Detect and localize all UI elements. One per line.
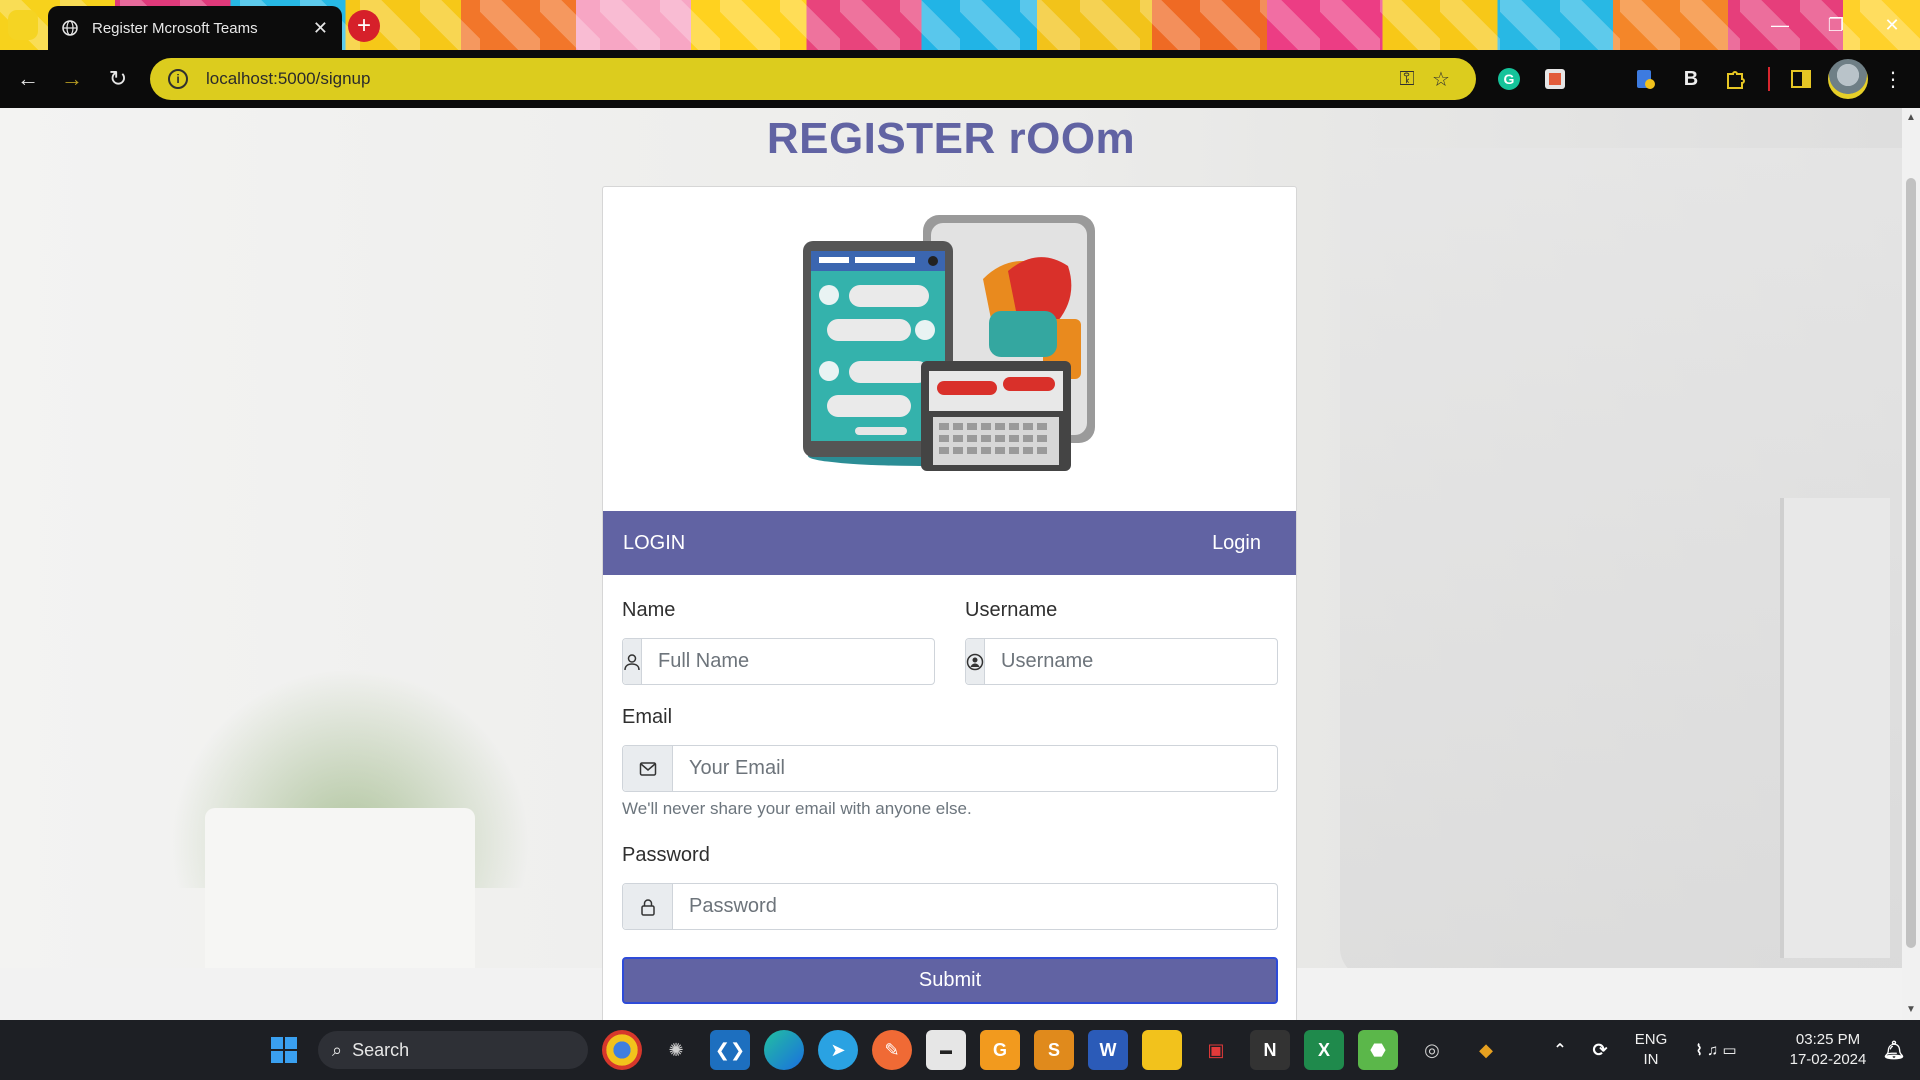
clock[interactable]: 03:25 PM 17-02-2024: [1782, 1030, 1874, 1070]
password-input-group: [622, 883, 1278, 930]
chevron-up-icon[interactable]: ⌃: [1540, 1030, 1580, 1070]
signup-card: LOGIN Login Name Username Email We': [602, 186, 1297, 1020]
email-input[interactable]: [673, 746, 1277, 791]
word-taskbar-icon[interactable]: W: [1088, 1030, 1128, 1070]
email-label: Email: [622, 706, 673, 728]
username-label: Username: [965, 599, 1058, 621]
git-taskbar-icon[interactable]: ◆: [1466, 1030, 1506, 1070]
site-info-icon[interactable]: i: [168, 69, 188, 89]
taskbar-search[interactable]: ⌕ Search: [318, 1031, 588, 1069]
b-extension-icon[interactable]: B: [1674, 62, 1708, 96]
grammarly-extension-icon[interactable]: G: [1492, 62, 1526, 96]
close-window-icon[interactable]: ✕: [1864, 0, 1920, 50]
sync-icon[interactable]: ⟳: [1580, 1030, 1620, 1070]
browser-tab-strip: Register Mcrosoft Teams ✕ + — ❐ ✕: [0, 0, 1920, 50]
password-input[interactable]: [673, 884, 1277, 929]
postman-taskbar-icon[interactable]: ✎: [872, 1030, 912, 1070]
scroll-up-icon[interactable]: ▲: [1906, 112, 1916, 123]
language-line2: IN: [1643, 1051, 1659, 1068]
email-help-text: We'll never share your email with anyone…: [622, 799, 972, 818]
vscode-taskbar-icon[interactable]: ❮❯: [710, 1030, 750, 1070]
browser-toolbar: ← → ↻ i localhost:5000/signup ⚿ ☆ G B ⋮: [0, 50, 1920, 108]
password-label: Password: [622, 844, 710, 866]
sublime-taskbar-icon[interactable]: S: [1034, 1030, 1074, 1070]
close-tab-icon[interactable]: ✕: [313, 18, 328, 39]
toolbar-divider: [1768, 67, 1770, 91]
pdf-taskbar-icon[interactable]: G: [980, 1030, 1020, 1070]
restore-icon[interactable]: ❐: [1808, 0, 1864, 50]
clock-date: 17-02-2024: [1789, 1051, 1867, 1068]
email-input-group: [622, 745, 1278, 792]
screen-recorder-taskbar-icon[interactable]: ▣: [1196, 1030, 1236, 1070]
bookmark-star-icon[interactable]: ☆: [1424, 62, 1458, 96]
username-input[interactable]: [985, 639, 1282, 684]
chatgpt-taskbar-icon[interactable]: ✺: [656, 1030, 696, 1070]
scroll-down-icon[interactable]: ▼: [1906, 1004, 1916, 1015]
wifi-volume-battery-icons[interactable]: ⌇ ♫ ▭: [1676, 1030, 1756, 1070]
user-icon: [623, 639, 642, 684]
tab-title: Register Mcrosoft Teams: [92, 19, 258, 37]
page-viewport: REGISTER rOOm LOGIN Login Name Full Name…: [0, 108, 1902, 1020]
back-icon[interactable]: ←: [6, 59, 50, 99]
windows-start-icon[interactable]: [264, 1030, 304, 1070]
app-taskbar-icon[interactable]: ▬: [926, 1030, 966, 1070]
downloads-icon[interactable]: [1628, 62, 1662, 96]
excel-taskbar-icon[interactable]: X: [1304, 1030, 1344, 1070]
reload-icon[interactable]: ↻: [96, 59, 140, 99]
new-tab-button[interactable]: +: [348, 10, 380, 42]
telegram-taskbar-icon[interactable]: ➤: [818, 1030, 858, 1070]
browser-profile-icon[interactable]: [8, 10, 38, 40]
language-indicator[interactable]: ENG IN: [1628, 1030, 1674, 1070]
notification-bell-icon[interactable]: 🔔︎: [1874, 1030, 1914, 1070]
lock-icon: [623, 884, 673, 929]
page-title: REGISTER rOOm: [766, 114, 1136, 163]
card-header-title: LOGIN: [623, 531, 686, 554]
address-bar[interactable]: i localhost:5000/signup ⚿ ☆: [150, 58, 1476, 100]
profile-avatar[interactable]: [1828, 59, 1868, 99]
browser-menu-icon[interactable]: ⋮: [1876, 62, 1910, 96]
file-explorer-taskbar-icon[interactable]: [1142, 1030, 1182, 1070]
name-label: Name: [622, 599, 676, 621]
android-taskbar-icon[interactable]: ⬣: [1358, 1030, 1398, 1070]
username-input-group: [965, 638, 1282, 685]
puzzle-extensions-icon[interactable]: [1718, 62, 1752, 96]
obs-taskbar-icon[interactable]: ◎: [1412, 1030, 1452, 1070]
search-icon: ⌕: [332, 1039, 343, 1060]
card-header: LOGIN Login: [603, 511, 1296, 575]
name-input[interactable]: [642, 639, 939, 684]
scrollbar-thumb[interactable]: [1906, 178, 1916, 948]
side-panel-icon[interactable]: [1784, 62, 1818, 96]
globe-icon: [62, 20, 78, 36]
url-text[interactable]: localhost:5000/signup: [206, 69, 1390, 89]
tab-register[interactable]: Register Mcrosoft Teams ✕: [48, 6, 342, 50]
name-input-group: [622, 638, 939, 685]
taskbar-search-label: Search: [352, 1039, 410, 1060]
chrome-taskbar-icon[interactable]: [602, 1030, 642, 1070]
notion-taskbar-icon[interactable]: N: [1250, 1030, 1290, 1070]
key-icon[interactable]: ⚿: [1390, 62, 1424, 96]
windows-taskbar: ⌕ Search ✺ ❮❯ ➤ ✎ ▬ G S W ▣ N X ⬣ ◎ ◆ ⌃ …: [0, 1020, 1920, 1080]
language-line1: ENG: [1634, 1031, 1668, 1048]
page-scrollbar[interactable]: ▲ ▼: [1902, 108, 1920, 1020]
clock-time: 03:25 PM: [1795, 1031, 1861, 1048]
svg-text:G: G: [1504, 71, 1515, 87]
user-circle-icon: [966, 639, 985, 684]
submit-button[interactable]: Submit: [622, 957, 1278, 1004]
background-monitor-stand: [1780, 498, 1890, 958]
forward-icon[interactable]: →: [50, 59, 94, 99]
edge-taskbar-icon[interactable]: [764, 1030, 804, 1070]
minimize-icon[interactable]: —: [1752, 0, 1808, 50]
extension-icon[interactable]: [1538, 62, 1572, 96]
window-controls: — ❐ ✕: [1752, 0, 1920, 50]
login-link[interactable]: Login: [1212, 532, 1261, 555]
envelope-icon: [623, 746, 673, 791]
chat-devices-illustration: [803, 215, 1095, 471]
